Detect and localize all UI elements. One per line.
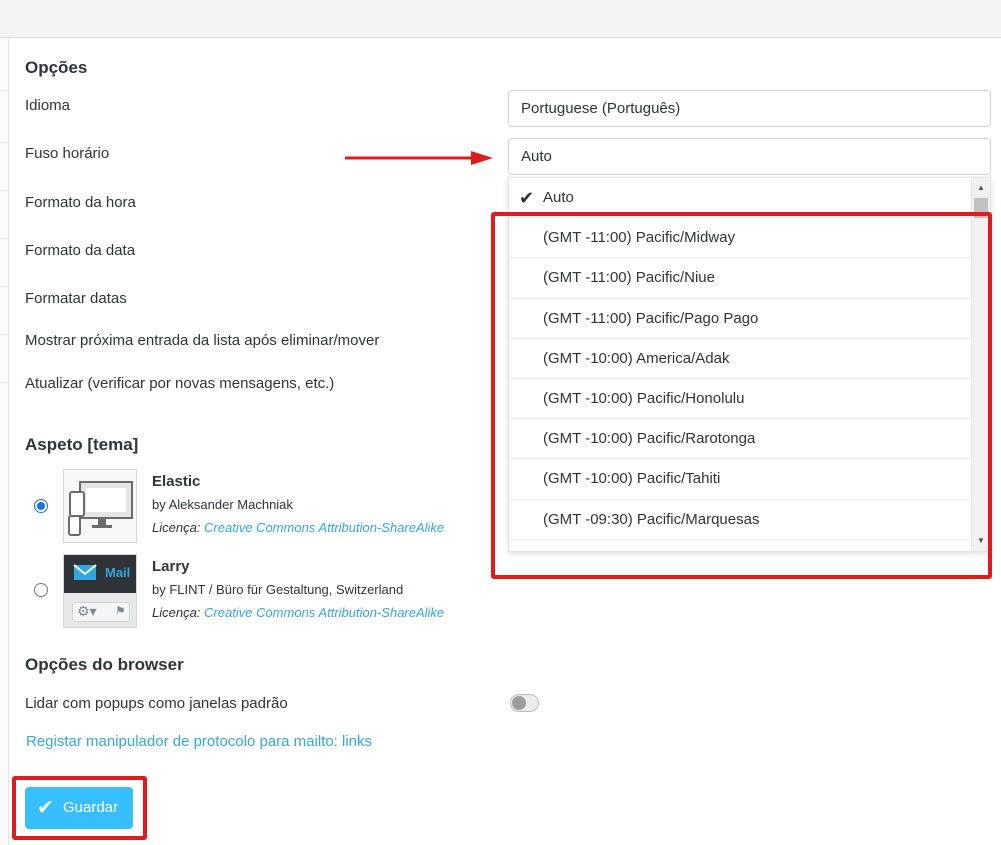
- skin-author-elastic: by Aleksander Machniak: [152, 497, 293, 512]
- time-format-label: Formato da hora: [25, 194, 136, 211]
- left-panel-edge: [0, 38, 9, 845]
- elastic-thumbnail[interactable]: [63, 469, 137, 543]
- larry-thumb-label: Mail: [105, 565, 131, 580]
- annotation-box-timezones: [491, 212, 992, 579]
- refresh-label: Atualizar (verificar por novas mensagens…: [25, 375, 335, 392]
- save-button-label: Guardar: [63, 799, 119, 816]
- top-bar: [0, 0, 1001, 38]
- skin-name-larry: Larry: [152, 558, 190, 575]
- save-button[interactable]: ✔ Guardar: [25, 787, 133, 829]
- elastic-preview-icon: [64, 470, 136, 542]
- date-format-label: Formato da data: [25, 242, 136, 259]
- protocol-handler-link[interactable]: Registar manipulador de protocolo para m…: [26, 733, 372, 750]
- skin-license-larry: Licença: Creative Commons Attribution-Sh…: [152, 605, 445, 620]
- skin-author-larry: by FLINT / Büro für Gestaltung, Switzerl…: [152, 582, 404, 597]
- skin-license-elastic: Licença: Creative Commons Attribution-Sh…: [152, 520, 445, 535]
- popup-toggle[interactable]: [510, 694, 539, 712]
- larry-thumbnail[interactable]: Mail ⚙▾ ⚑: [63, 554, 137, 628]
- gear-icon: ⚙▾: [77, 603, 97, 619]
- license-link-larry[interactable]: Creative Commons Attribution-ShareAlike: [204, 605, 444, 620]
- toggle-knob: [512, 696, 526, 710]
- timezone-label: Fuso horário: [25, 145, 110, 162]
- annotation-arrow: [345, 151, 493, 165]
- language-label: Idioma: [25, 97, 71, 114]
- skin-title: Aspeto [tema]: [25, 435, 139, 454]
- skin-name-elastic: Elastic: [152, 473, 201, 490]
- options-title: Opções: [25, 58, 88, 77]
- popup-label: Lidar com popups como janelas padrão: [25, 695, 288, 712]
- skin-radio-elastic[interactable]: [34, 499, 48, 513]
- timezone-select[interactable]: Auto: [508, 138, 991, 175]
- scroll-up-arrow-icon[interactable]: ▲: [972, 180, 990, 196]
- skin-radio-larry[interactable]: [34, 583, 48, 597]
- display-next-label: Mostrar próxima entrada da lista após el…: [25, 332, 380, 349]
- pretty-date-label: Formatar datas: [25, 290, 127, 307]
- flag-icon: ⚑: [115, 604, 126, 618]
- license-link-elastic[interactable]: Creative Commons Attribution-ShareAlike: [204, 520, 444, 535]
- browser-options-title: Opções do browser: [25, 655, 184, 674]
- check-icon: ✔: [37, 797, 54, 819]
- language-select[interactable]: Portuguese (Português): [508, 90, 991, 127]
